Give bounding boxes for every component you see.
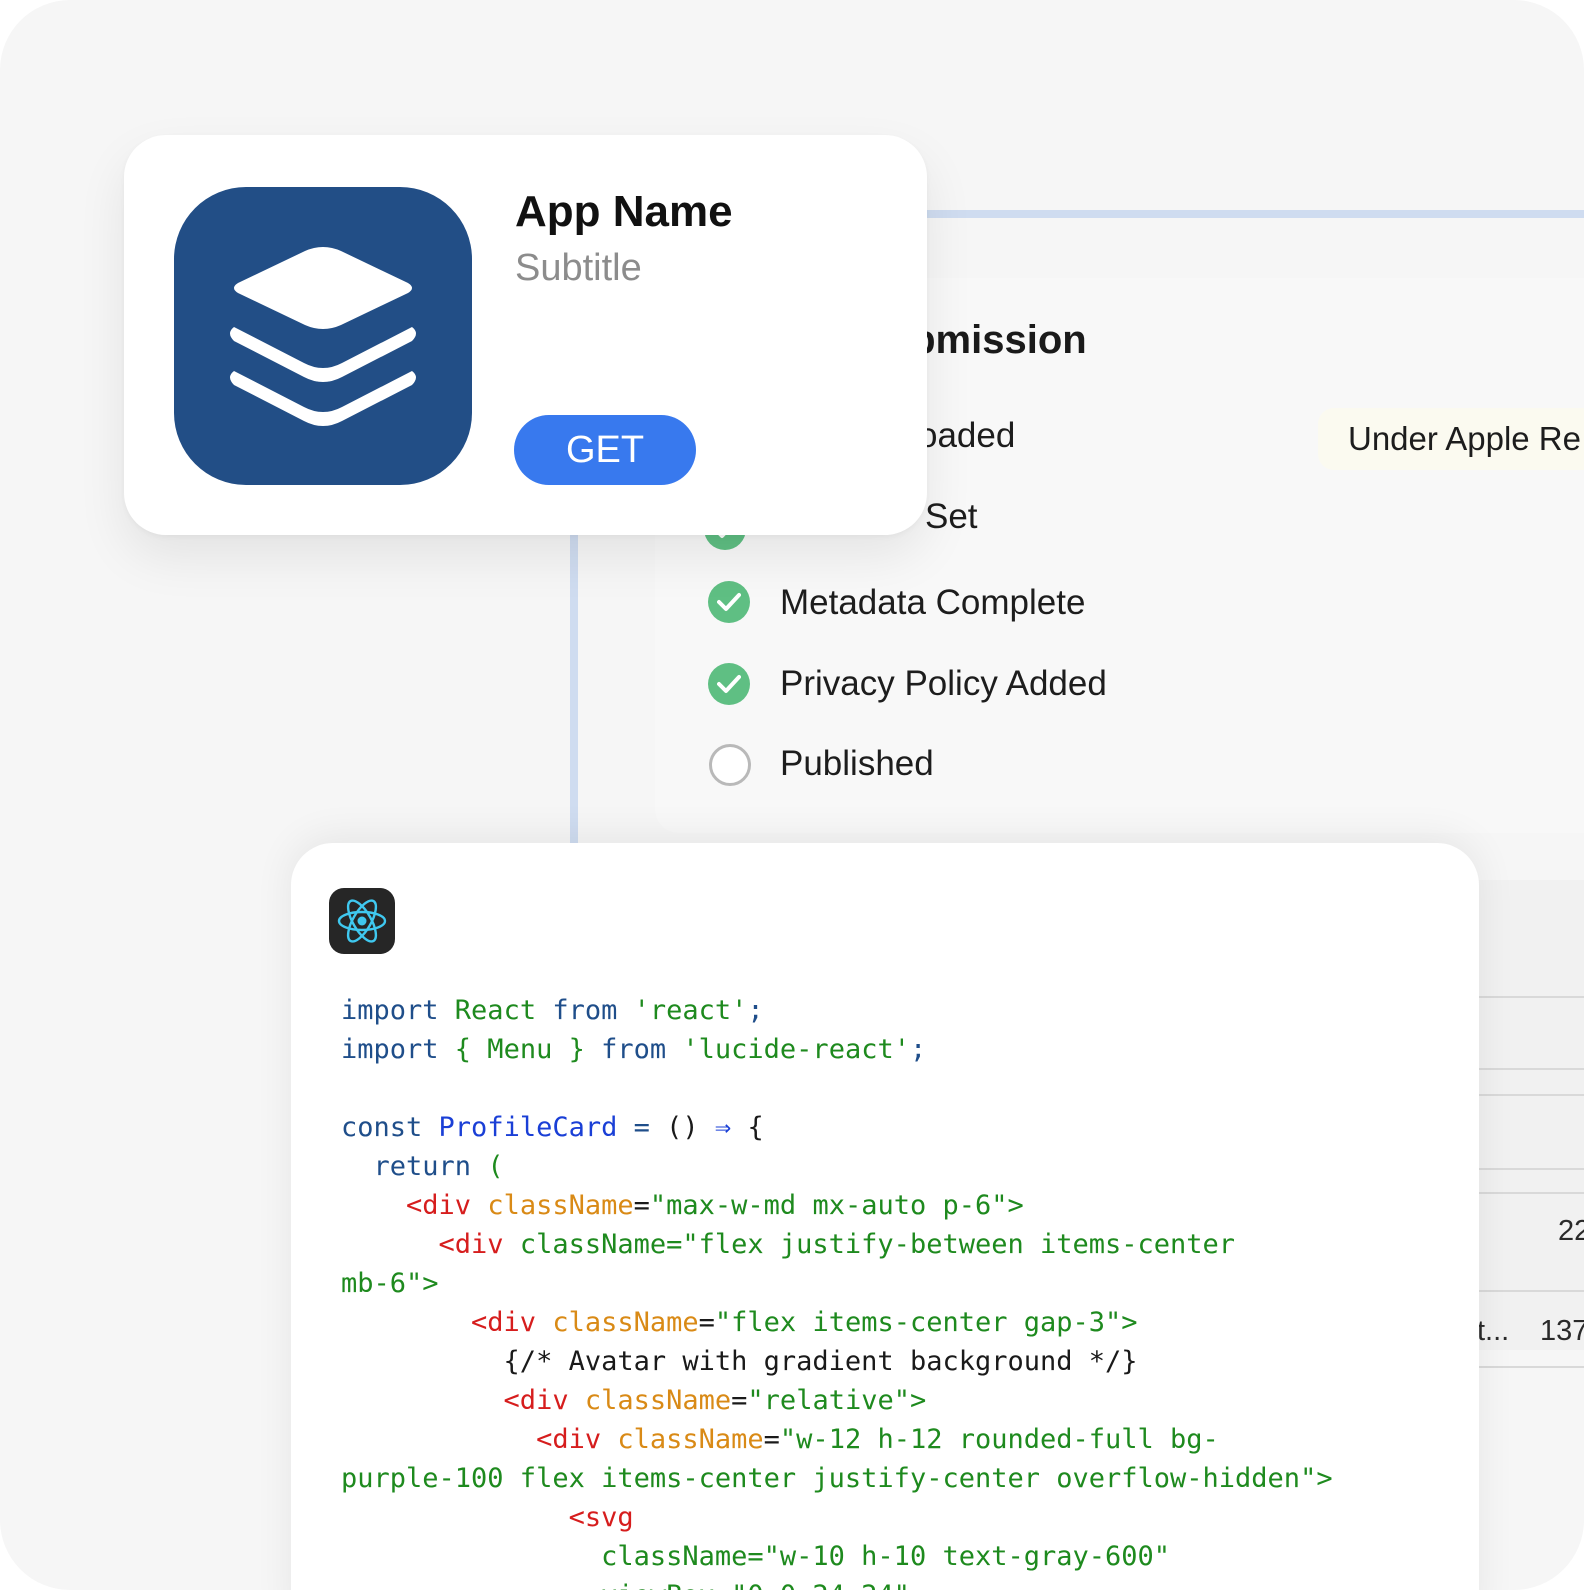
table-divider — [1470, 1168, 1584, 1170]
code-token: = — [763, 1424, 780, 1455]
table-cell: 137 — [1540, 1315, 1584, 1347]
code-line: className="w-10 h-10 text-gray-600" — [341, 1537, 1333, 1576]
code-line: return ( — [341, 1147, 1333, 1186]
code-token: const — [341, 1112, 439, 1143]
react-atom-icon — [329, 888, 395, 954]
table-cell: t... — [1477, 1315, 1510, 1347]
code-token: "max-w-md mx-auto p-6"> — [649, 1190, 1024, 1221]
code-token: () — [666, 1112, 715, 1143]
code-token: className="flex justify-between items-ce… — [519, 1229, 1236, 1260]
code-token: ( — [487, 1151, 504, 1182]
code-token: className — [487, 1190, 634, 1221]
table-divider — [1470, 1290, 1584, 1292]
code-token: import — [341, 1034, 455, 1065]
code-token: <div — [341, 1190, 488, 1221]
code-token: import — [341, 995, 455, 1026]
code-token: ⇒ — [714, 1112, 748, 1143]
table-divider — [1470, 1192, 1584, 1194]
check-circle-icon — [708, 581, 750, 623]
code-token: = — [731, 1385, 748, 1416]
connector-line-horizontal — [880, 210, 1584, 218]
table-divider — [1470, 996, 1584, 998]
code-token: "flex items-center gap-3"> — [714, 1307, 1138, 1338]
code-token: = — [698, 1307, 715, 1338]
code-token: className — [617, 1424, 764, 1455]
code-line: mb-6"> — [341, 1264, 1333, 1303]
code-card: import React from 'react'; import { Menu … — [291, 843, 1479, 1590]
code-token: { — [747, 1112, 764, 1143]
code-token: ; — [909, 1034, 927, 1065]
code-line: import { Menu } from 'lucide-react'; — [341, 1030, 1333, 1069]
table-divider — [1470, 1068, 1584, 1070]
stacked-layers-icon — [174, 187, 472, 485]
code-token: ProfileCard — [438, 1112, 634, 1143]
code-token: "w-12 h-12 rounded-full bg- — [779, 1424, 1219, 1455]
empty-circle-icon — [709, 744, 751, 786]
code-token: React — [454, 995, 553, 1026]
checklist-item-uploaded: oaded — [918, 416, 1016, 455]
code-token: className — [584, 1385, 732, 1416]
code-line: viewBox="0 0 24 24" — [341, 1576, 1333, 1590]
table-strip — [1470, 880, 1584, 1350]
app-card: App Name Subtitle GET — [124, 135, 927, 535]
code-token: from — [601, 1034, 683, 1065]
code-token: 'react' — [633, 995, 748, 1026]
status-badge: Under Apple Re — [1318, 408, 1584, 470]
code-token: ; — [747, 995, 764, 1026]
checklist-item-published: Published — [780, 744, 934, 783]
code-token: <div — [341, 1424, 618, 1455]
table-divider — [1470, 1366, 1584, 1368]
code-line: <div className="flex justify-between ite… — [341, 1225, 1333, 1264]
check-circle-icon — [708, 663, 750, 705]
code-block: import React from 'react'; import { Menu … — [341, 991, 1333, 1590]
app-name: App Name — [515, 187, 733, 236]
code-token: 'lucide-react' — [682, 1034, 910, 1065]
code-token: viewBox="0 0 24 24" — [341, 1580, 910, 1590]
table-divider — [1470, 1094, 1584, 1096]
status-badge-label: Under Apple Re — [1348, 420, 1581, 457]
code-line: <svg — [341, 1498, 1333, 1537]
get-button[interactable]: GET — [514, 415, 696, 485]
table-cell: 22 — [1558, 1215, 1584, 1247]
code-line: purple-100 flex items-center justify-cen… — [341, 1459, 1333, 1498]
code-token: = — [633, 1112, 667, 1143]
code-token: <svg — [341, 1502, 634, 1533]
code-line: const ProfileCard = () ⇒ { — [341, 1108, 1333, 1147]
code-line: import React from 'react'; — [341, 991, 1333, 1030]
code-line: <div className="max-w-md mx-auto p-6"> — [341, 1186, 1333, 1225]
code-token: mb-6"> — [341, 1268, 439, 1299]
code-token: <div — [341, 1307, 553, 1338]
code-token: { Menu } — [454, 1034, 602, 1065]
code-token: className — [552, 1307, 699, 1338]
code-token: = — [633, 1190, 650, 1221]
connector-line-vertical — [570, 500, 578, 850]
code-token: purple-100 flex items-center justify-cen… — [341, 1463, 1333, 1494]
canvas: Submission Under Apple Re oaded Set Meta… — [0, 0, 1584, 1590]
code-token: from — [552, 995, 634, 1026]
checklist-item-set: Set — [925, 497, 978, 536]
code-token: {/* Avatar with gradient background */} — [341, 1346, 1138, 1377]
checklist-item-metadata: Metadata Complete — [780, 583, 1086, 622]
code-token: "relative"> — [747, 1385, 927, 1416]
code-line: <div className="w-12 h-12 rounded-full b… — [341, 1420, 1333, 1459]
code-token: className="w-10 h-10 text-gray-600" — [341, 1541, 1171, 1572]
code-token: <div — [341, 1385, 585, 1416]
code-line: <div className="relative"> — [341, 1381, 1333, 1420]
app-subtitle: Subtitle — [515, 247, 642, 289]
code-token: <div — [341, 1229, 520, 1260]
code-line: {/* Avatar with gradient background */} — [341, 1342, 1333, 1381]
code-token: return — [341, 1151, 488, 1182]
checklist-item-privacy: Privacy Policy Added — [780, 664, 1107, 703]
code-line: <div className="flex items-center gap-3"… — [341, 1303, 1333, 1342]
